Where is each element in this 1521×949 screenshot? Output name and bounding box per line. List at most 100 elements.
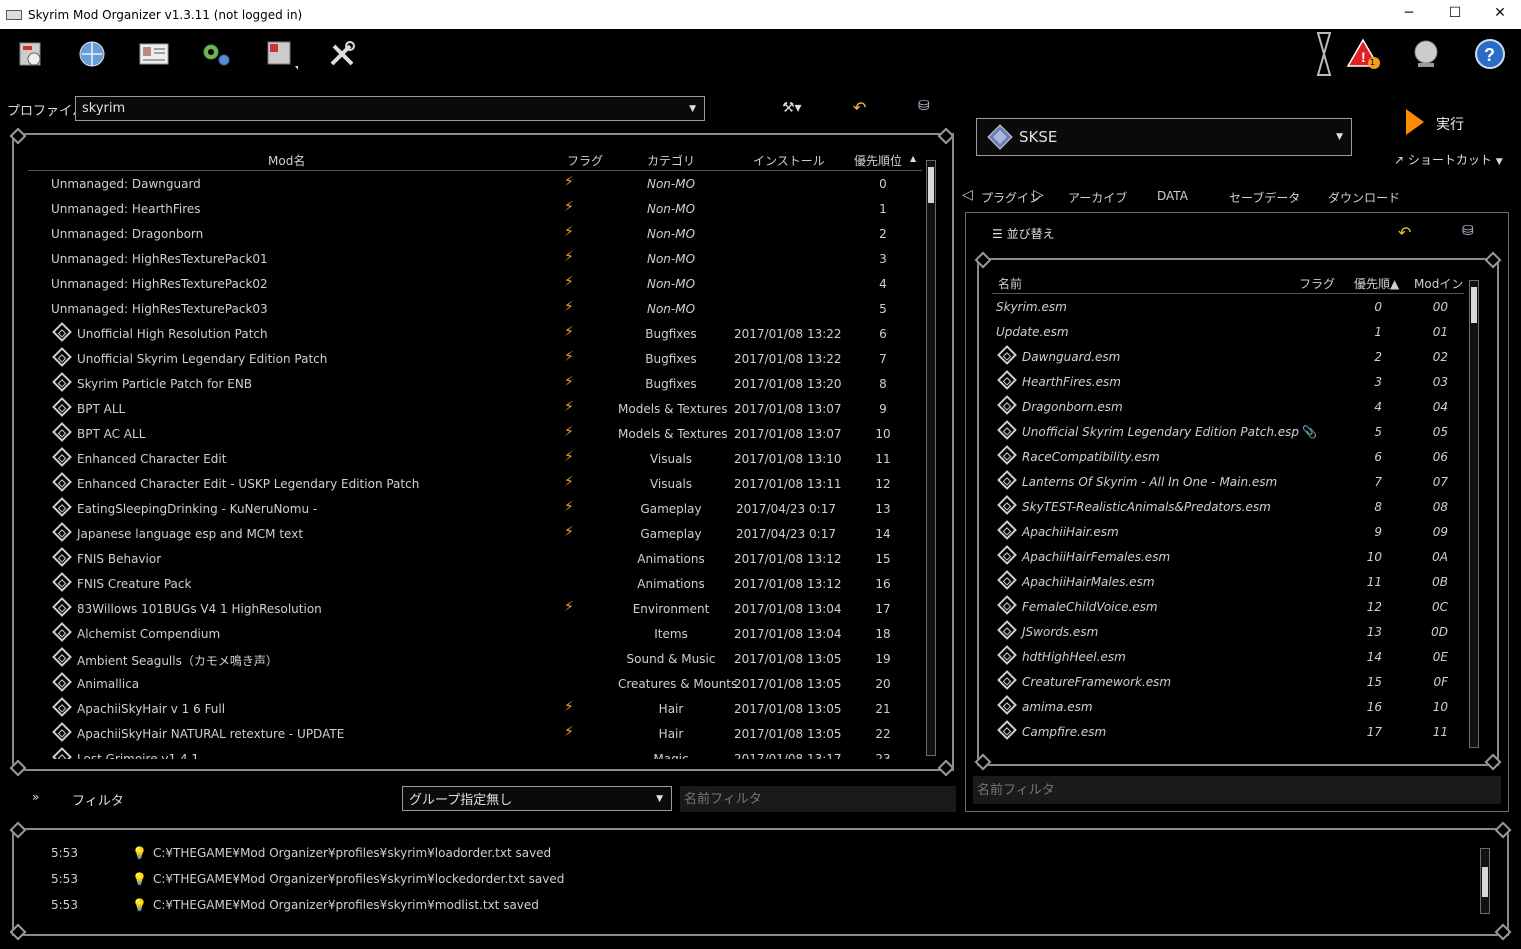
mod-install-date: 2017/01/08 13:05: [734, 727, 842, 741]
plugin-row[interactable]: RaceCompatibility.esm 6 06: [992, 444, 1464, 469]
restore-plugins-icon[interactable]: ↶: [1398, 223, 1411, 242]
column-priority[interactable]: 優先順位: [854, 152, 902, 169]
mod-row[interactable]: Unmanaged: HighResTexturePack02 ⚡ Non-MO 4: [28, 271, 922, 296]
plugin-row[interactable]: ApachiiHairMales.esm 11 0B: [992, 569, 1464, 594]
tab-scroll-left-icon[interactable]: ◁: [962, 187, 973, 203]
close-button[interactable]: ✕: [1477, 0, 1521, 29]
plugin-name-filter-input[interactable]: [973, 776, 1501, 804]
plugin-row[interactable]: Lanterns Of Skyrim - All In One - Main.e…: [992, 469, 1464, 494]
modlist-body: Unmanaged: Dawnguard ⚡ Non-MO 0 Unmanaged: H…: [28, 171, 922, 759]
executables-button[interactable]: [198, 36, 234, 72]
update-button[interactable]: [1408, 36, 1444, 72]
maximize-button[interactable]: ☐: [1432, 0, 1478, 29]
mod-row[interactable]: Alchemist Compendium Items 2017/01/08 13:0…: [28, 621, 922, 646]
problems-hourglass[interactable]: [1306, 32, 1342, 76]
plugin-column-priority[interactable]: 優先順▲: [1354, 275, 1399, 292]
plugin-row[interactable]: SkyTEST-RealisticAnimals&Predators.esm 8 0…: [992, 494, 1464, 519]
mod-row[interactable]: Unmanaged: HearthFires ⚡ Non-MO 1: [28, 196, 922, 221]
nexus-button[interactable]: [74, 36, 110, 72]
plugin-icon: [997, 595, 1017, 615]
modlist-scrollbar[interactable]: [926, 160, 936, 756]
tab-plugins[interactable]: プラグイン: [981, 189, 1041, 206]
settings-button[interactable]: [324, 36, 360, 72]
plugin-row[interactable]: Dawnguard.esm 2 02: [992, 344, 1464, 369]
plugin-column-flags[interactable]: フラグ: [1299, 275, 1335, 292]
tab-scroll-right-icon[interactable]: ▷: [1033, 187, 1044, 203]
plugin-row[interactable]: Skyrim.esm 0 00: [992, 294, 1464, 319]
mod-row[interactable]: Unmanaged: Dawnguard ⚡ Non-MO 0: [28, 171, 922, 196]
log-scrollbar[interactable]: [1480, 848, 1490, 914]
help-button[interactable]: ?: [1472, 36, 1508, 72]
column-category[interactable]: カテゴリ: [647, 152, 695, 169]
plugin-row[interactable]: ApachiiHairFemales.esm 10 0A: [992, 544, 1464, 569]
mod-row[interactable]: Unmanaged: HighResTexturePack03 ⚡ Non-MO 5: [28, 296, 922, 321]
plugin-row[interactable]: ApachiiHair.esm 9 09: [992, 519, 1464, 544]
restore-backup-icon[interactable]: ↶: [853, 98, 866, 117]
mod-row[interactable]: 83Willows 101BUGs V4 1 HighResolution ⚡ En…: [28, 596, 922, 621]
mod-row[interactable]: Ambient Seagulls（カモメ鳴き声） Sound & Music 201…: [28, 646, 922, 671]
mod-row[interactable]: Enhanced Character Edit - USKP Legendary…: [28, 471, 922, 496]
mod-row[interactable]: BPT AC ALL ⚡ Models & Textures 2017/01/08 1…: [28, 421, 922, 446]
plugin-row[interactable]: hdtHighHeel.esm 14 0E: [992, 644, 1464, 669]
mod-category: Bugfixes: [645, 352, 697, 366]
mod-row[interactable]: Unofficial High Resolution Patch ⚡ Bugfixe…: [28, 321, 922, 346]
mod-row[interactable]: BPT ALL ⚡ Models & Textures 2017/01/08 13:0…: [28, 396, 922, 421]
sort-plugins-button[interactable]: ☰ 並び替え: [992, 225, 1055, 242]
mod-row[interactable]: Lost Grimoire v1 4 1 Magic 2017/01/08 13:1…: [28, 746, 922, 759]
mod-row[interactable]: Skyrim Particle Patch for ENB ⚡ Bugfixes 20…: [28, 371, 922, 396]
column-mod-name[interactable]: Mod名: [268, 152, 305, 169]
mod-row[interactable]: Japanese language esp and MCM text ⚡ Gamep…: [28, 521, 922, 546]
mod-row[interactable]: ApachiiSkyHair v 1 6 Full ⚡ Hair 2017/01/08…: [28, 696, 922, 721]
mod-row[interactable]: FNIS Behavior Animations 2017/01/08 13:12 1…: [28, 546, 922, 571]
tools-button[interactable]: [262, 36, 298, 72]
tab-data[interactable]: DATA: [1157, 189, 1188, 203]
plugin-scrollbar[interactable]: [1469, 280, 1479, 748]
filter-toggle[interactable]: »: [32, 790, 39, 804]
plugin-row[interactable]: Dragonborn.esm 4 04: [992, 394, 1464, 419]
profile-select[interactable]: skyrim ▼: [75, 96, 705, 121]
mod-row[interactable]: Enhanced Character Edit ⚡ Visuals 2017/01/0…: [28, 446, 922, 471]
plugin-column-name[interactable]: 名前: [998, 275, 1022, 292]
column-flags[interactable]: フラグ: [567, 152, 603, 169]
mod-name: Japanese language esp and MCM text: [77, 527, 304, 541]
plugin-mod-index: 03: [1432, 375, 1448, 389]
shortcut-button[interactable]: ↗ ショートカット ▼: [1394, 151, 1503, 168]
tab-archives[interactable]: アーカイブ: [1068, 189, 1127, 206]
plugin-name: ApachiiHair.esm: [1022, 525, 1119, 539]
tab-downloads[interactable]: ダウンロード: [1328, 189, 1400, 206]
mod-row[interactable]: FNIS Creature Pack Animations 2017/01/08 1…: [28, 571, 922, 596]
plugin-row[interactable]: HearthFires.esm 3 03: [992, 369, 1464, 394]
run-button[interactable]: 実行: [1404, 108, 1484, 138]
mod-category: Non-MO: [646, 227, 696, 241]
plugin-column-modindex[interactable]: Modイン: [1414, 275, 1463, 292]
tab-saves[interactable]: セーブデータ: [1229, 189, 1300, 206]
plugin-row[interactable]: JSwords.esm 13 0D: [992, 619, 1464, 644]
plugin-icon: [997, 420, 1017, 440]
mod-name-filter-input[interactable]: [680, 786, 956, 812]
mod-row[interactable]: Unmanaged: HighResTexturePack01 ⚡ Non-MO 3: [28, 246, 922, 271]
create-backup-icon[interactable]: ⛁: [918, 98, 930, 114]
plugin-row[interactable]: CreatureFramework.esm 15 0F: [992, 669, 1464, 694]
mod-row[interactable]: Animallica Creatures & Mounts 2017/01/08 1…: [28, 671, 922, 696]
plugin-row[interactable]: FemaleChildVoice.esm 12 0C: [992, 594, 1464, 619]
mod-row[interactable]: Unmanaged: Dragonborn ⚡ Non-MO 2: [28, 221, 922, 246]
minimize-button[interactable]: ─: [1386, 0, 1432, 29]
warning-button[interactable]: ! 1: [1346, 36, 1382, 72]
install-mod-button[interactable]: [12, 36, 48, 72]
executable-select[interactable]: SKSE ▼: [976, 118, 1352, 156]
profiles-button[interactable]: [136, 36, 172, 72]
plugin-row[interactable]: Campfire.esm 17 11: [992, 719, 1464, 744]
plugin-row[interactable]: amima.esm 16 10: [992, 694, 1464, 719]
flag-icon: ⚡: [564, 724, 574, 740]
plugin-row[interactable]: Unofficial Skyrim Legendary Edition Patc…: [992, 419, 1464, 444]
column-install[interactable]: インストール: [753, 152, 825, 169]
mod-row[interactable]: ApachiiSkyHair NATURAL retexture - UPDAT…: [28, 721, 922, 746]
plugin-row[interactable]: Update.esm 1 01: [992, 319, 1464, 344]
mod-row[interactable]: EatingSleepingDrinking - KuNeruNomu - ⚡ Ga…: [28, 496, 922, 521]
backup-plugins-icon[interactable]: ⛁: [1462, 223, 1474, 239]
mod-priority: 16: [875, 577, 891, 591]
mod-priority: 15: [875, 552, 891, 566]
mod-row[interactable]: Unofficial Skyrim Legendary Edition Patc…: [28, 346, 922, 371]
group-select[interactable]: グループ指定無し ▼: [402, 786, 672, 811]
modlist-actions-icon[interactable]: ⚒▾: [782, 100, 802, 116]
